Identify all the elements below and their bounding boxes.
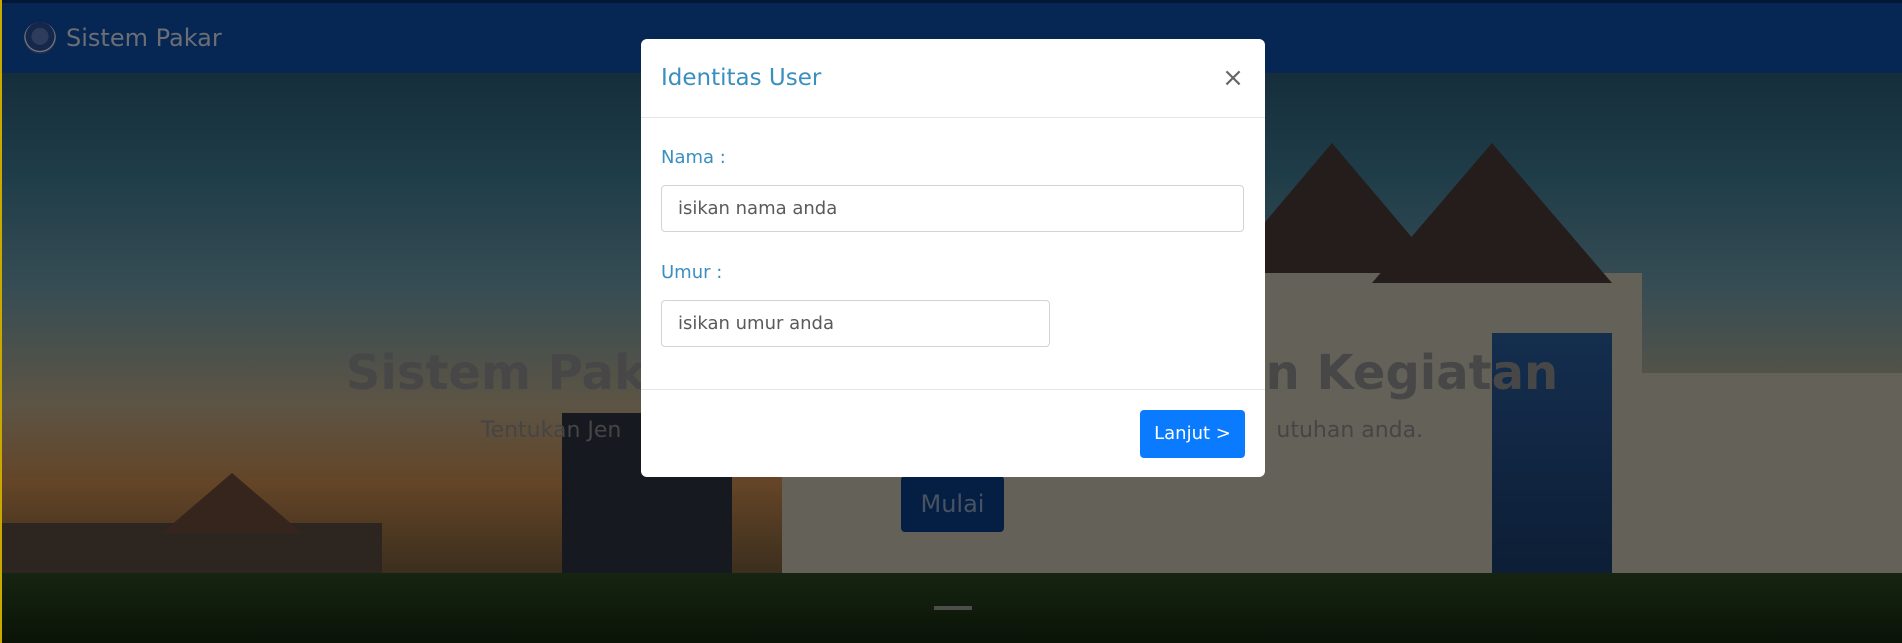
modal-body: Nama : Umur : — [641, 118, 1265, 389]
next-button[interactable]: Lanjut > — [1140, 409, 1245, 458]
user-identity-modal: Identitas User × Nama : Umur : Lanjut > — [641, 39, 1265, 477]
age-label: Umur : — [661, 262, 723, 283]
page: Sistem Pakar Sistem Pakaan Kegiatan Tent… — [0, 0, 1902, 643]
name-label: Nama : — [661, 147, 726, 168]
modal-title: Identitas User — [661, 65, 822, 91]
close-icon[interactable]: × — [1221, 65, 1245, 91]
age-input[interactable] — [661, 300, 1050, 347]
modal-footer: Lanjut > — [641, 389, 1265, 477]
modal-header: Identitas User × — [641, 39, 1265, 118]
name-input[interactable] — [661, 185, 1244, 232]
